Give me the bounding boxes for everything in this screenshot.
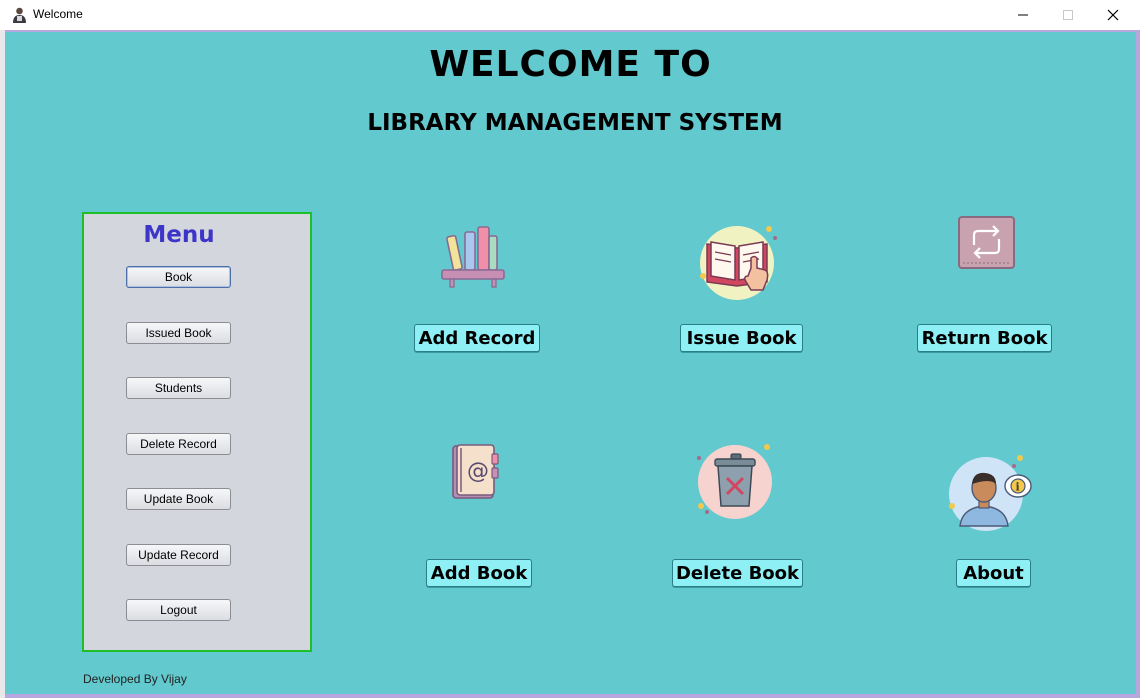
developer-credit: Developed By Vijay	[83, 672, 187, 686]
open-book-hand-icon[interactable]	[695, 220, 781, 306]
maximize-icon	[1063, 10, 1073, 20]
menu-book-button[interactable]: Book	[126, 266, 231, 288]
close-button[interactable]	[1090, 0, 1136, 30]
page-title: WELCOME TO	[429, 44, 712, 85]
minimize-icon	[1018, 14, 1028, 16]
app-icon	[13, 7, 26, 23]
menu-update-record-button[interactable]: Update Record	[126, 544, 231, 566]
add-book-button[interactable]: Add Book	[426, 559, 532, 587]
return-book-button[interactable]: Return Book	[917, 324, 1052, 352]
menu-title: Menu	[143, 222, 215, 248]
maximize-button[interactable]	[1045, 0, 1091, 30]
address-book-icon[interactable]: @	[447, 442, 503, 504]
delete-book-button[interactable]: Delete Book	[672, 559, 803, 587]
about-button[interactable]: About	[956, 559, 1031, 587]
window-title: Welcome	[33, 7, 83, 21]
svg-text:i: i	[1016, 481, 1020, 494]
menu-students-button[interactable]: Students	[126, 377, 231, 399]
main-content: WELCOME TO LIBRARY MANAGEMENT SYSTEM Men…	[5, 32, 1136, 694]
window-titlebar: Welcome	[0, 0, 1140, 30]
minimize-button[interactable]	[1000, 0, 1046, 30]
svg-text:@: @	[467, 459, 489, 484]
user-info-icon[interactable]: i	[946, 450, 1032, 534]
add-record-button[interactable]: Add Record	[414, 324, 540, 352]
bookshelf-icon[interactable]	[440, 222, 506, 290]
page-subtitle: LIBRARY MANAGEMENT SYSTEM	[367, 110, 783, 136]
menu-delete-record-button[interactable]: Delete Record	[126, 433, 231, 455]
menu-logout-button[interactable]: Logout	[126, 599, 231, 621]
menu-update-book-button[interactable]: Update Book	[126, 488, 231, 510]
close-icon	[1107, 9, 1119, 21]
trash-can-icon[interactable]	[693, 440, 779, 524]
menu-panel: Menu Book Issued Book Students Delete Re…	[82, 212, 312, 652]
issue-book-button[interactable]: Issue Book	[680, 324, 803, 352]
menu-issued-book-button[interactable]: Issued Book	[126, 322, 231, 344]
return-arrows-icon[interactable]	[957, 215, 1017, 271]
